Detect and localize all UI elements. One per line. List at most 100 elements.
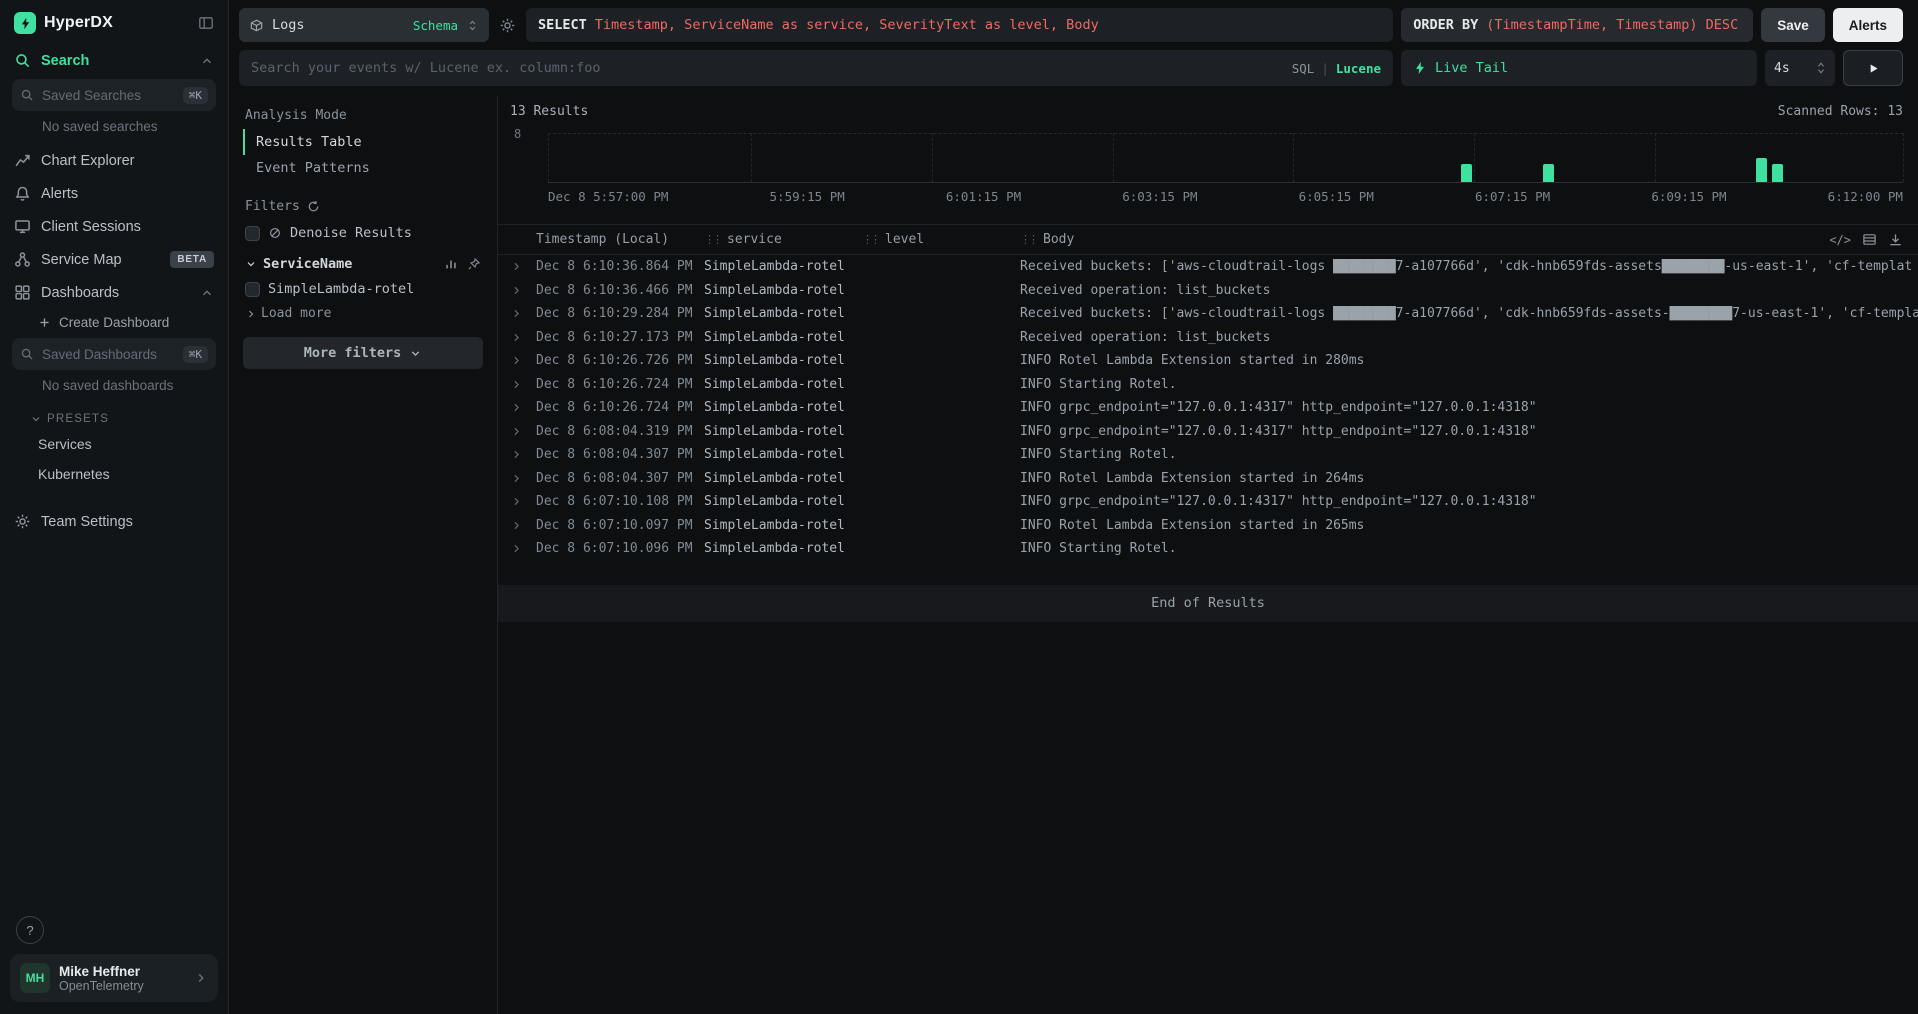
column-header-service[interactable]: ⋮⋮ service bbox=[704, 232, 862, 247]
histogram-bar[interactable] bbox=[1461, 164, 1472, 182]
stepper-icons[interactable] bbox=[1816, 61, 1826, 75]
mode-event-patterns[interactable]: Event Patterns bbox=[243, 155, 497, 181]
drag-handle-icon[interactable]: ⋮⋮ bbox=[862, 233, 878, 246]
mode-results-table[interactable]: Results Table bbox=[243, 129, 497, 155]
table-row[interactable]: Dec 8 6:08:04.307 PM SimpleLambda-rotel … bbox=[498, 443, 1918, 467]
events-histogram: 8 Dec 8 5:57:00 PM 5:59:15 PM 6:01:15 PM… bbox=[510, 133, 1903, 204]
servicename-filter-group[interactable]: ServiceName bbox=[229, 246, 497, 276]
sidebar-item-client-sessions[interactable]: Client Sessions bbox=[0, 210, 228, 243]
table-row[interactable]: Dec 8 6:10:36.466 PM SimpleLambda-rotel … bbox=[498, 279, 1918, 303]
alerts-button[interactable]: Alerts bbox=[1833, 8, 1903, 42]
sidebar-item-dashboards[interactable]: Dashboards bbox=[0, 276, 228, 309]
expand-row-icon[interactable] bbox=[510, 307, 536, 320]
sidebar-item-label: Dashboards bbox=[41, 285, 119, 301]
table-row[interactable]: Dec 8 6:07:10.096 PM SimpleLambda-rotel … bbox=[498, 537, 1918, 561]
saved-searches-input[interactable]: Saved Searches ⌘K bbox=[12, 79, 216, 111]
event-search-input[interactable] bbox=[251, 60, 1282, 76]
query-settings-gear-icon[interactable] bbox=[497, 17, 518, 34]
sidebar-item-team-settings[interactable]: Team Settings bbox=[0, 505, 228, 538]
saved-dashboards-input[interactable]: Saved Dashboards ⌘K bbox=[12, 338, 216, 370]
help-button[interactable]: ? bbox=[16, 916, 44, 944]
user-menu[interactable]: MH Mike Heffner OpenTelemetry bbox=[10, 954, 218, 1002]
source-select[interactable]: Logs Schema bbox=[239, 8, 489, 42]
table-row[interactable]: Dec 8 6:10:36.864 PM SimpleLambda-rotel … bbox=[498, 255, 1918, 279]
histogram-bar[interactable] bbox=[1543, 164, 1554, 182]
sidebar-item-search[interactable]: Search bbox=[0, 44, 228, 77]
expand-row-icon[interactable] bbox=[510, 378, 536, 391]
expand-row-icon[interactable] bbox=[510, 495, 536, 508]
expand-row-icon[interactable] bbox=[510, 448, 536, 461]
expand-row-icon[interactable] bbox=[510, 260, 536, 273]
save-button[interactable]: Save bbox=[1761, 8, 1825, 42]
live-tail-button[interactable]: Live Tail bbox=[1401, 50, 1757, 86]
load-more-button[interactable]: Load more bbox=[229, 302, 497, 325]
histogram-plot[interactable] bbox=[548, 133, 1903, 183]
expand-row-icon[interactable] bbox=[510, 425, 536, 438]
histogram-bar[interactable] bbox=[1756, 158, 1767, 183]
chevron-up-icon[interactable] bbox=[200, 286, 214, 300]
drag-handle-icon[interactable]: ⋮⋮ bbox=[1020, 233, 1036, 246]
denoise-results-option[interactable]: Denoise Results bbox=[229, 220, 497, 246]
row-timestamp: Dec 8 6:10:36.864 PM bbox=[536, 259, 704, 274]
table-row[interactable]: Dec 8 6:08:04.307 PM SimpleLambda-rotel … bbox=[498, 467, 1918, 491]
row-body: INFO Starting Rotel. bbox=[1020, 377, 1918, 392]
select-query-input[interactable]: SELECT Timestamp, ServiceName as service… bbox=[526, 8, 1393, 42]
column-header-label: level bbox=[885, 232, 924, 247]
preset-item-kubernetes[interactable]: Kubernetes bbox=[0, 459, 228, 489]
expand-row-icon[interactable] bbox=[510, 331, 536, 344]
column-header-timestamp[interactable]: Timestamp (Local) bbox=[536, 232, 704, 247]
filter-option-simplelambda-rotel[interactable]: SimpleLambda-rotel bbox=[229, 276, 497, 302]
column-header-level[interactable]: ⋮⋮ level bbox=[862, 232, 1020, 247]
table-row[interactable]: Dec 8 6:10:26.724 PM SimpleLambda-rotel … bbox=[498, 373, 1918, 397]
sql-mode-toggle[interactable]: SQL bbox=[1292, 61, 1315, 76]
expand-row-icon[interactable] bbox=[510, 472, 536, 485]
row-timestamp: Dec 8 6:10:26.726 PM bbox=[536, 353, 704, 368]
download-icon[interactable] bbox=[1888, 232, 1903, 247]
table-row[interactable]: Dec 8 6:10:26.724 PM SimpleLambda-rotel … bbox=[498, 396, 1918, 420]
sql-fields: Timestamp, ServiceName as service, Sever… bbox=[595, 17, 1099, 33]
run-query-button[interactable] bbox=[1843, 50, 1903, 86]
create-dashboard-button[interactable]: Create Dashboard bbox=[0, 309, 228, 336]
expand-row-icon[interactable] bbox=[510, 401, 536, 414]
table-row[interactable]: Dec 8 6:10:29.284 PM SimpleLambda-rotel … bbox=[498, 302, 1918, 326]
chevron-up-icon[interactable] bbox=[200, 54, 214, 68]
lucene-mode-toggle[interactable]: Lucene bbox=[1336, 61, 1381, 76]
filter-option-checkbox[interactable] bbox=[245, 282, 260, 297]
expand-row-icon[interactable] bbox=[510, 519, 536, 532]
denoise-checkbox[interactable] bbox=[245, 226, 260, 241]
select-chevrons-icon bbox=[466, 19, 479, 32]
expand-row-icon[interactable] bbox=[510, 542, 536, 555]
expand-row-icon[interactable] bbox=[510, 354, 536, 367]
histogram-bar[interactable] bbox=[1772, 164, 1783, 182]
sidebar-item-alerts[interactable]: Alerts bbox=[0, 177, 228, 210]
toggle-divider: | bbox=[1321, 61, 1329, 76]
sidebar-item-chart-explorer[interactable]: Chart Explorer bbox=[0, 144, 228, 177]
table-row[interactable]: Dec 8 6:07:10.097 PM SimpleLambda-rotel … bbox=[498, 514, 1918, 538]
pin-icon[interactable] bbox=[467, 257, 481, 271]
table-row[interactable]: Dec 8 6:08:04.319 PM SimpleLambda-rotel … bbox=[498, 420, 1918, 444]
column-header-body[interactable]: ⋮⋮ Body bbox=[1020, 232, 1819, 247]
presets-section-toggle[interactable]: PRESETS bbox=[0, 403, 228, 429]
sidebar-collapse-icon[interactable] bbox=[198, 15, 214, 31]
order-by-input[interactable]: ORDER BY (TimestampTime, Timestamp) DESC bbox=[1401, 8, 1753, 42]
more-filters-button[interactable]: More filters bbox=[243, 337, 483, 369]
row-service: SimpleLambda-rotel bbox=[704, 494, 862, 509]
row-timestamp: Dec 8 6:07:10.108 PM bbox=[536, 494, 704, 509]
gridline bbox=[1474, 133, 1475, 182]
table-row[interactable]: Dec 8 6:10:27.173 PM SimpleLambda-rotel … bbox=[498, 326, 1918, 350]
chevron-down-icon bbox=[30, 413, 42, 425]
preset-item-services[interactable]: Services bbox=[0, 429, 228, 459]
schema-link[interactable]: Schema bbox=[413, 18, 458, 33]
drag-handle-icon[interactable]: ⋮⋮ bbox=[704, 233, 720, 246]
table-row[interactable]: Dec 8 6:07:10.108 PM SimpleLambda-rotel … bbox=[498, 490, 1918, 514]
bar-chart-icon[interactable] bbox=[444, 257, 458, 271]
row-density-icon[interactable] bbox=[1862, 232, 1877, 247]
presets-label: PRESETS bbox=[47, 413, 109, 425]
table-row[interactable]: Dec 8 6:10:26.726 PM SimpleLambda-rotel … bbox=[498, 349, 1918, 373]
code-view-icon[interactable]: </> bbox=[1829, 233, 1851, 247]
expand-row-icon[interactable] bbox=[510, 284, 536, 297]
row-timestamp: Dec 8 6:10:26.724 PM bbox=[536, 377, 704, 392]
refresh-icon[interactable] bbox=[307, 200, 320, 213]
refresh-interval-select[interactable]: 4s bbox=[1765, 50, 1835, 86]
sidebar-item-service-map[interactable]: Service Map BETA bbox=[0, 243, 228, 276]
